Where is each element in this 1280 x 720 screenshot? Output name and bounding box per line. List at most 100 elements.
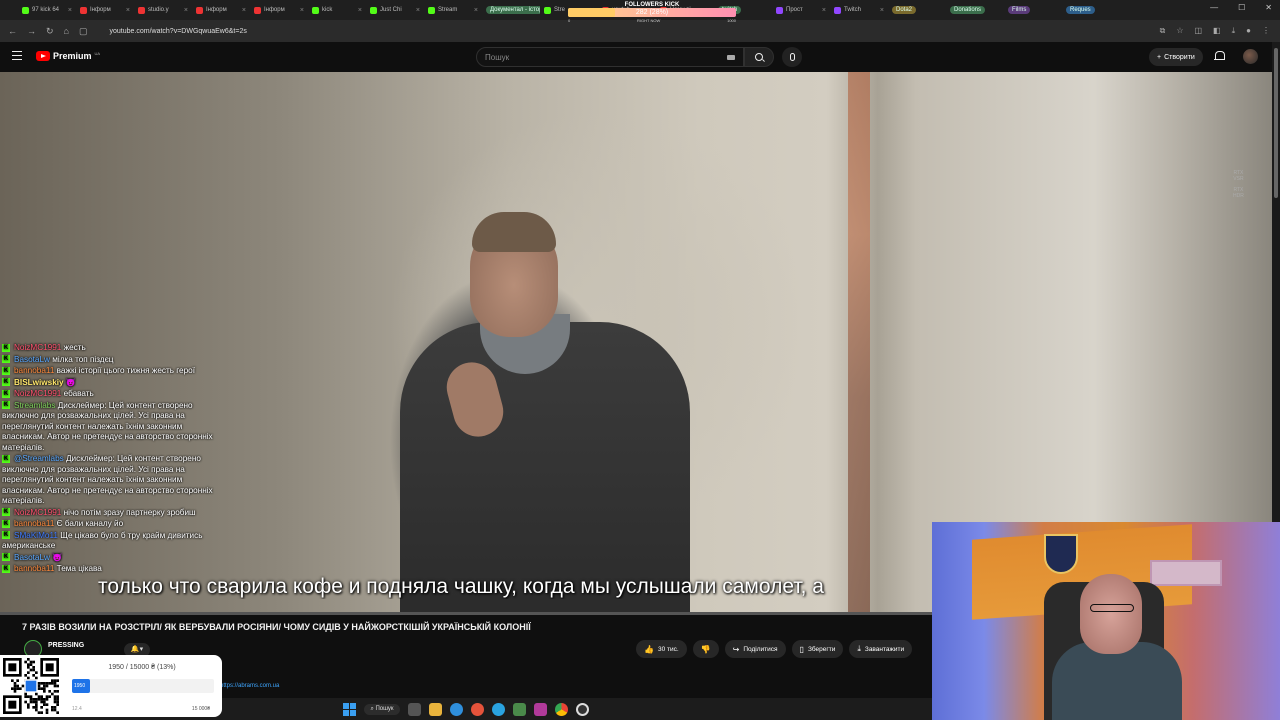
- chat-message: Kbannoba11 Є бали каналу йо: [2, 519, 217, 530]
- video-person: [380, 202, 700, 614]
- browser-tab[interactable]: Stream ×: [424, 0, 482, 20]
- minimize-icon[interactable]: —: [1210, 3, 1218, 12]
- kick-badge-icon: K: [2, 366, 10, 375]
- youtube-premium-logo[interactable]: Premium UA: [36, 51, 100, 61]
- browser-tab[interactable]: Прост ×: [772, 0, 830, 20]
- maximize-icon[interactable]: ☐: [1238, 3, 1245, 12]
- chat-username: BasotaLw: [14, 354, 50, 364]
- taskbar-search[interactable]: ⌕ Пошук: [364, 703, 400, 715]
- browser-tab[interactable]: Інформ ×: [250, 0, 308, 20]
- close-tab-icon[interactable]: ×: [358, 7, 362, 14]
- close-window-icon[interactable]: ✕: [1265, 3, 1272, 12]
- reload-icon[interactable]: ↻: [46, 26, 54, 37]
- app-icon-2[interactable]: [512, 702, 526, 716]
- chat-message: K Streamlabs Дисклеймер: Цей контент ство…: [2, 401, 217, 454]
- chrome-icon[interactable]: [554, 702, 568, 716]
- browser-tab[interactable]: Dota2: [888, 0, 946, 20]
- close-tab-icon[interactable]: ×: [474, 7, 478, 14]
- person-hair: [472, 212, 556, 252]
- back-icon[interactable]: ←: [8, 26, 17, 37]
- donation-goal-title: 1950 / 15000 ₴ (13%): [108, 664, 176, 671]
- thumbs-down-icon: 👎: [700, 644, 711, 654]
- forward-icon[interactable]: →: [27, 26, 36, 37]
- video-progress-bar[interactable]: [0, 612, 932, 615]
- voice-search-button[interactable]: [782, 47, 802, 67]
- downloads-icon[interactable]: ⤓: [1232, 26, 1236, 36]
- browser-tab[interactable]: Donations: [946, 0, 1004, 20]
- extensions-icon[interactable]: ◫: [1194, 26, 1202, 36]
- browser-tab[interactable]: Інформ ×: [192, 0, 250, 20]
- close-tab-icon[interactable]: ×: [242, 7, 246, 14]
- kick-badge-icon: K: [2, 553, 10, 562]
- browser-tab[interactable]: kick ×: [308, 0, 366, 20]
- close-tab-icon[interactable]: ×: [300, 7, 304, 14]
- plus-icon: +: [1157, 53, 1162, 61]
- channel-name[interactable]: PRESSING: [48, 642, 84, 649]
- browser-tab[interactable]: Документал - історії: [482, 0, 540, 20]
- dislike-button[interactable]: 👎: [692, 640, 719, 658]
- browser-tab-label: kick: [322, 7, 333, 13]
- thumbs-up-icon: 👍: [644, 644, 654, 654]
- twitch-icon: [834, 6, 841, 14]
- tab-search-icon[interactable]: ▢: [79, 26, 88, 37]
- close-tab-icon[interactable]: ×: [184, 7, 188, 14]
- kick-badge-icon: K: [2, 564, 10, 573]
- windows-start-icon[interactable]: [343, 702, 357, 716]
- browser-tab[interactable]: 97 kick 64 ×: [18, 0, 76, 20]
- bookmark-star-icon[interactable]: ☆: [1176, 26, 1183, 36]
- share-icon: ↪: [732, 644, 740, 654]
- close-tab-icon[interactable]: ×: [416, 7, 420, 14]
- keyboard-icon[interactable]: [727, 54, 735, 60]
- description-link[interactable]: https://abrams.com.ua: [220, 683, 279, 689]
- app-icon[interactable]: [470, 702, 484, 716]
- edge-icon[interactable]: [449, 702, 463, 716]
- browser-menu-icon[interactable]: ⋮: [1262, 26, 1270, 36]
- app-icon-3[interactable]: [533, 702, 547, 716]
- file-explorer-icon[interactable]: [428, 702, 442, 716]
- like-button[interactable]: 👍 30 тис.: [636, 640, 687, 658]
- kick-badge-icon: K: [2, 454, 10, 463]
- close-tab-icon[interactable]: ×: [126, 7, 130, 14]
- account-avatar[interactable]: [1243, 49, 1258, 64]
- chat-text: 😈: [65, 377, 77, 387]
- browser-tab-label: Інформ: [206, 7, 227, 13]
- task-view-icon[interactable]: [407, 702, 421, 716]
- close-tab-icon[interactable]: ×: [68, 7, 72, 14]
- browser-tab[interactable]: studio.y ×: [134, 0, 192, 20]
- create-button[interactable]: + Створити: [1149, 48, 1203, 66]
- url-field[interactable]: youtube.com/watch?v=DWGqwuaEw6&t=2s: [110, 28, 247, 35]
- save-button[interactable]: ▯ Зберегти: [791, 640, 844, 658]
- kick-badge-icon: K: [2, 519, 10, 528]
- browser-tab[interactable]: Just Chi ×: [366, 0, 424, 20]
- search-input[interactable]: Пошук: [476, 47, 744, 67]
- scrollbar-thumb[interactable]: [1274, 48, 1278, 198]
- share-button[interactable]: ↪ Поділитися: [724, 640, 786, 658]
- kick-badge-icon: K: [2, 508, 10, 517]
- close-tab-icon[interactable]: ×: [880, 7, 884, 14]
- telegram-icon[interactable]: [491, 702, 505, 716]
- followers-goal-progress: 282 (28%): [635, 9, 669, 16]
- search-button[interactable]: [744, 47, 774, 67]
- share-label: Поділитися: [743, 645, 778, 653]
- notifications-bell-icon[interactable]: [1214, 51, 1225, 62]
- youtube-header: Premium UA Пошук + Створити: [0, 42, 1272, 72]
- profile-icon[interactable]: ●: [1246, 26, 1251, 36]
- followers-goal-caption: RIGHT NOW: [637, 18, 661, 23]
- browser-tab-label: Інформ: [90, 7, 111, 13]
- browser-tab[interactable]: Twitch ×: [830, 0, 888, 20]
- close-tab-icon[interactable]: ×: [822, 7, 826, 14]
- download-button[interactable]: ⤓ Завантажити: [849, 640, 913, 658]
- install-icon[interactable]: ⧉: [1160, 26, 1166, 36]
- media-icon[interactable]: ◧: [1213, 26, 1221, 36]
- browser-tab[interactable]: Інформ ×: [76, 0, 134, 20]
- home-icon[interactable]: ⌂: [64, 26, 69, 37]
- followers-goal-min: 0: [568, 18, 571, 23]
- browser-tab[interactable]: Reques: [1062, 0, 1120, 20]
- hamburger-menu-icon[interactable]: [12, 51, 22, 60]
- create-label: Створити: [1164, 53, 1195, 61]
- bookmark-icon: ▯: [799, 644, 804, 654]
- obs-icon[interactable]: [575, 702, 589, 716]
- browser-tab[interactable]: Films: [1004, 0, 1062, 20]
- youtube-icon: [196, 6, 203, 14]
- kick-badge-icon: K: [2, 343, 10, 352]
